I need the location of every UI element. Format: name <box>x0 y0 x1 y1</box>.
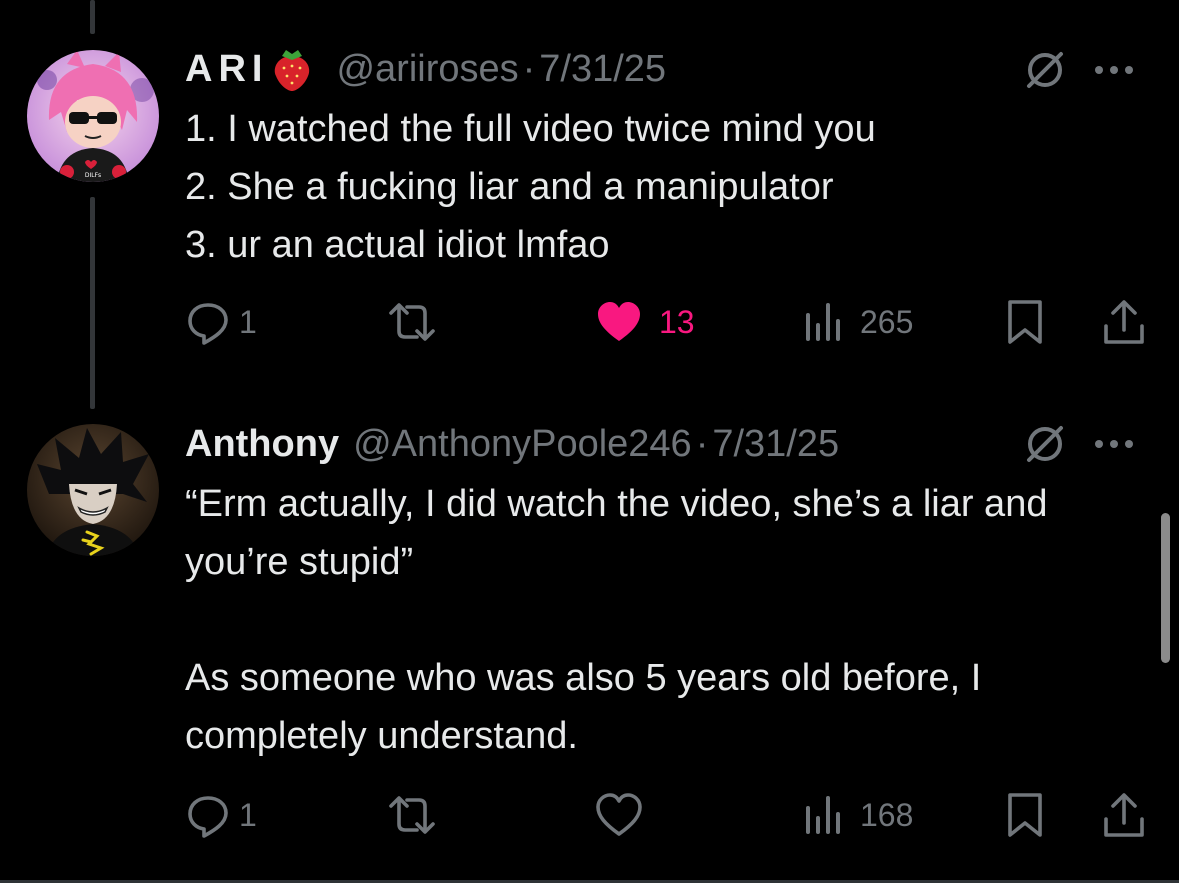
reply-button[interactable]: 1 <box>185 790 257 840</box>
views-button[interactable]: 168 <box>802 790 913 840</box>
tweet-date[interactable]: 7/31/25 <box>539 46 666 92</box>
tweet[interactable]: DILFs ARI @ariiroses · 7/31/25 1. I watc… <box>0 0 1179 400</box>
user-handle[interactable]: @ariiroses <box>336 46 518 92</box>
views-bars-icon <box>806 796 840 834</box>
reply-bubble-icon <box>188 796 228 838</box>
avatar[interactable] <box>27 424 159 556</box>
like-button[interactable] <box>595 790 651 840</box>
repost-button[interactable] <box>385 790 447 840</box>
scrollbar[interactable] <box>1161 513 1170 663</box>
repost-arrows-icon <box>389 796 435 834</box>
tweet[interactable]: Anthony @AnthonyPoole246 · 7/31/25 “Erm … <box>0 400 1179 880</box>
svg-text:DILFs: DILFs <box>85 172 101 179</box>
tweet-top-icons <box>1023 48 1137 92</box>
views-count: 265 <box>860 303 914 340</box>
tweet-text: 1. I watched the full video twice mind y… <box>185 108 876 266</box>
bookmark-button[interactable] <box>1005 297 1045 347</box>
more-dots-icon[interactable] <box>1091 434 1137 454</box>
display-name[interactable]: Anthony <box>185 421 339 467</box>
tweet-header: ARI @ariiroses · 7/31/25 <box>185 46 666 92</box>
repost-button[interactable] <box>385 297 447 347</box>
heart-icon <box>598 302 640 341</box>
reply-button[interactable]: 1 <box>185 297 257 347</box>
bookmark-icon <box>1008 793 1042 837</box>
separator-dot: · <box>522 48 536 90</box>
reply-count: 1 <box>239 796 257 833</box>
tweet-header: Anthony @AnthonyPoole246 · 7/31/25 <box>185 421 839 467</box>
grok-slash-circle-icon[interactable] <box>1023 422 1067 466</box>
bookmark-icon <box>1008 300 1042 344</box>
dark-spiky-hair-avatar-icon <box>27 424 159 556</box>
tweet-top-icons <box>1023 422 1137 466</box>
grok-slash-circle-icon[interactable] <box>1023 48 1067 92</box>
share-upload-icon <box>1104 300 1144 344</box>
reply-count: 1 <box>239 303 257 340</box>
strawberry-icon <box>270 46 314 92</box>
more-dots-icon[interactable] <box>1091 60 1137 80</box>
share-button[interactable] <box>1101 297 1147 347</box>
repost-arrows-icon <box>389 303 435 341</box>
pink-hair-sunglasses-avatar-icon: DILFs <box>27 50 159 182</box>
views-count: 168 <box>860 796 914 833</box>
views-bars-icon <box>806 303 840 341</box>
views-button[interactable]: 265 <box>802 297 913 347</box>
bookmark-button[interactable] <box>1005 790 1045 840</box>
tweet-text: “Erm actually, I did watch the video, sh… <box>185 483 1048 757</box>
user-handle[interactable]: @AnthonyPoole246 <box>353 421 692 467</box>
tweet-actions: 1 168 <box>185 790 1150 840</box>
tweet-date[interactable]: 7/31/25 <box>712 421 839 467</box>
tweet-actions: 1 13 265 <box>185 297 1150 347</box>
display-name[interactable]: ARI <box>185 46 268 92</box>
like-count: 13 <box>659 303 695 340</box>
heart-icon <box>596 793 642 836</box>
share-button[interactable] <box>1101 790 1147 840</box>
share-upload-icon <box>1104 793 1144 837</box>
avatar[interactable]: DILFs <box>27 50 159 182</box>
separator-dot: · <box>695 423 709 465</box>
like-button[interactable]: 13 <box>595 297 695 347</box>
reply-bubble-icon <box>188 303 228 345</box>
